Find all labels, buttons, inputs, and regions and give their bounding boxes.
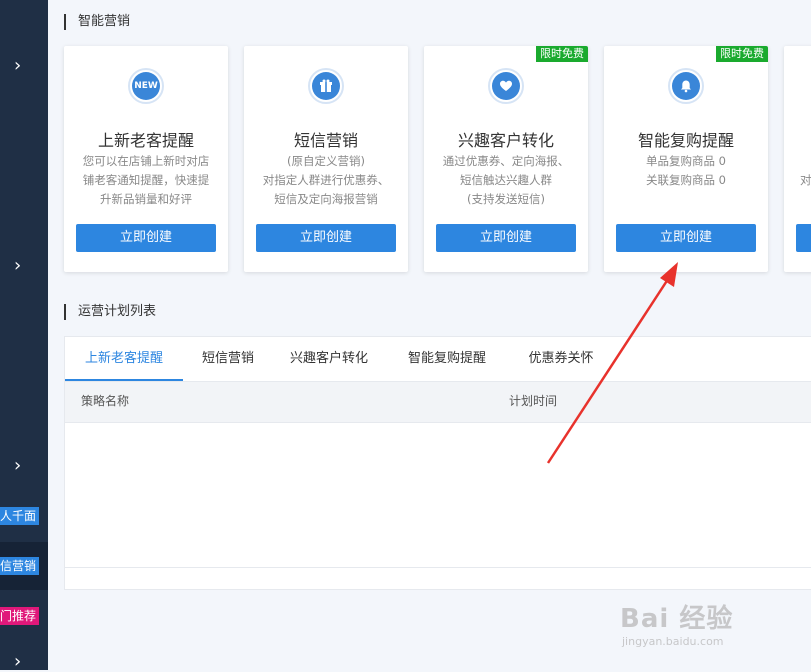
annotation-arrow: [546, 262, 678, 464]
baidu-watermark: Bai 经验 jingyan.baidu.com: [620, 598, 800, 658]
watermark-sub: jingyan.baidu.com: [622, 635, 724, 648]
watermark-main: Bai 经验: [620, 604, 734, 634]
